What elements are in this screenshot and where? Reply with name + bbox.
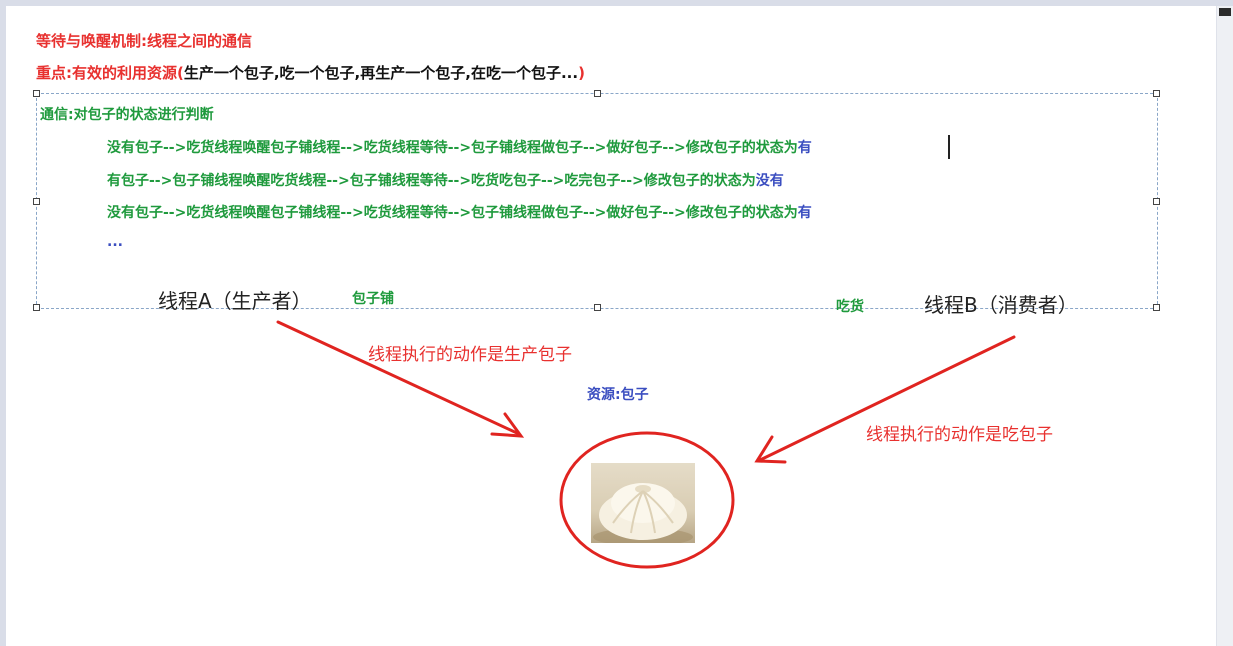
producer-arrow [276, 320, 521, 436]
producer-action-label: 线程执行的动作是生产包子 [368, 345, 572, 365]
steamed-bun-icon [593, 483, 693, 543]
consumer-action-label: 线程执行的动作是吃包子 [866, 425, 1053, 445]
steamed-bun-photo [591, 463, 695, 543]
annotation-drawing [276, 320, 1016, 569]
resource-label: 资源:包子 [587, 387, 649, 403]
